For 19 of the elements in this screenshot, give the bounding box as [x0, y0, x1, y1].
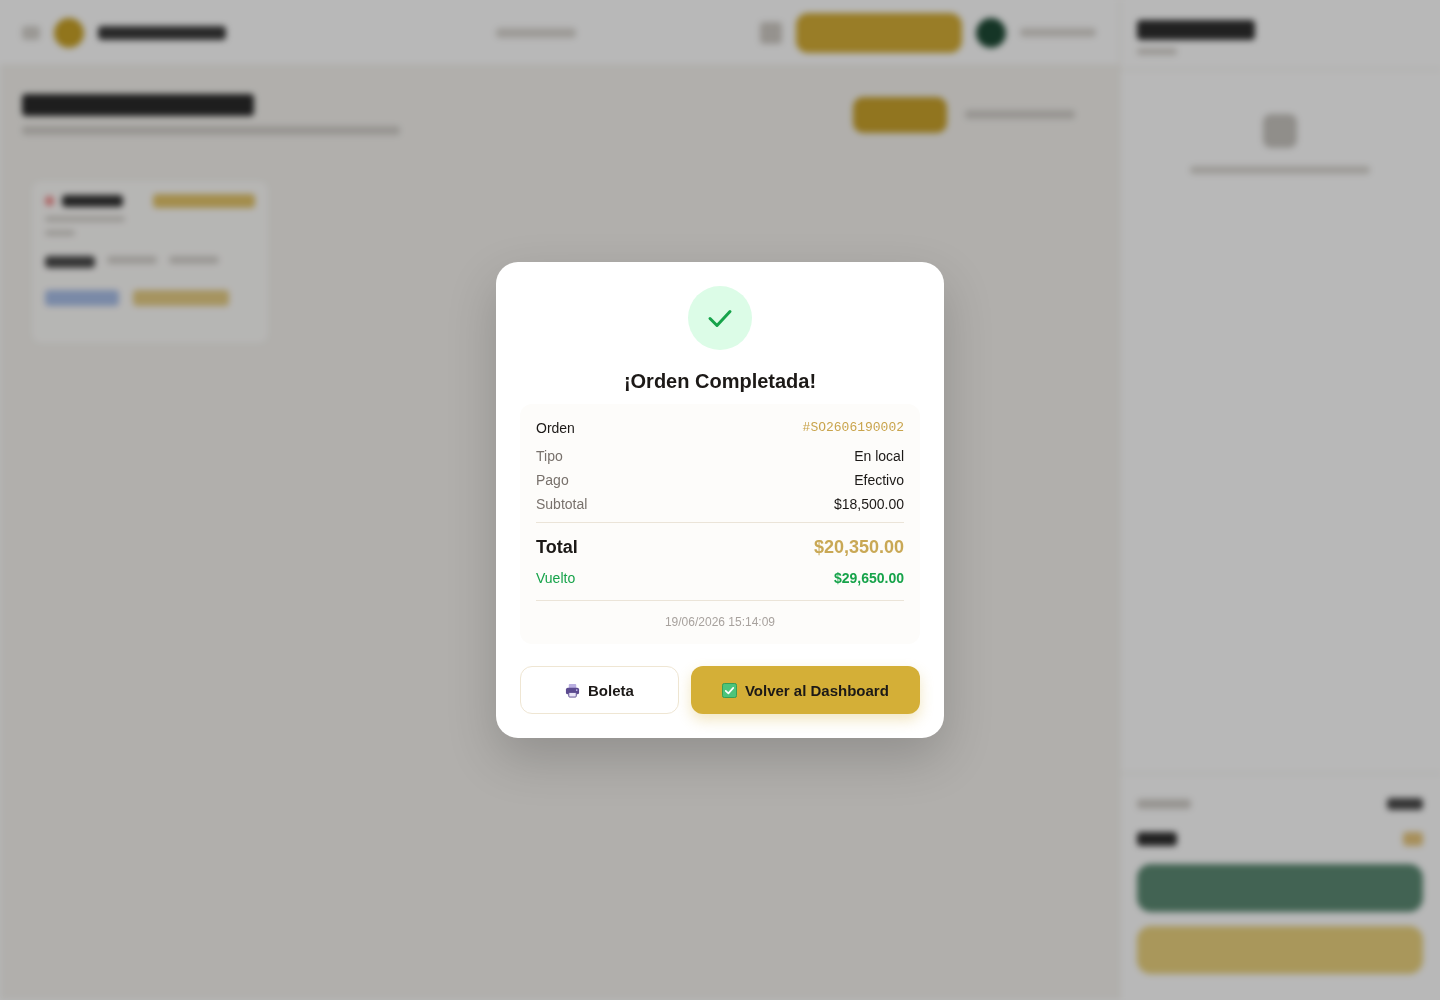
detail-value: En local [854, 447, 904, 466]
total-amount: $20,350.00 [813, 536, 904, 559]
dialog-title: ¡Orden Completada! [623, 369, 817, 394]
check-box-icon [721, 682, 737, 698]
printer-icon [564, 682, 580, 698]
total-label: Total [536, 536, 578, 559]
detail-label: Tipo [536, 447, 563, 466]
receipt-button[interactable]: Boleta [520, 666, 679, 714]
detail-value: Efectivo [854, 471, 904, 490]
detail-label: Pago [536, 471, 569, 490]
order-timestamp: 19/06/2026 15:14:09 [536, 600, 904, 631]
order-label: Orden [536, 419, 575, 438]
order-number: #SO2606190002 [802, 419, 904, 437]
change-label: Vuelto [536, 569, 576, 588]
change-amount: $29,650.00 [833, 569, 904, 588]
detail-value: $18,500.00 [833, 495, 904, 514]
success-check-icon [688, 286, 752, 350]
detail-label: Subtotal [536, 495, 588, 514]
dashboard-button[interactable]: Volver al Dashboard [690, 666, 920, 714]
